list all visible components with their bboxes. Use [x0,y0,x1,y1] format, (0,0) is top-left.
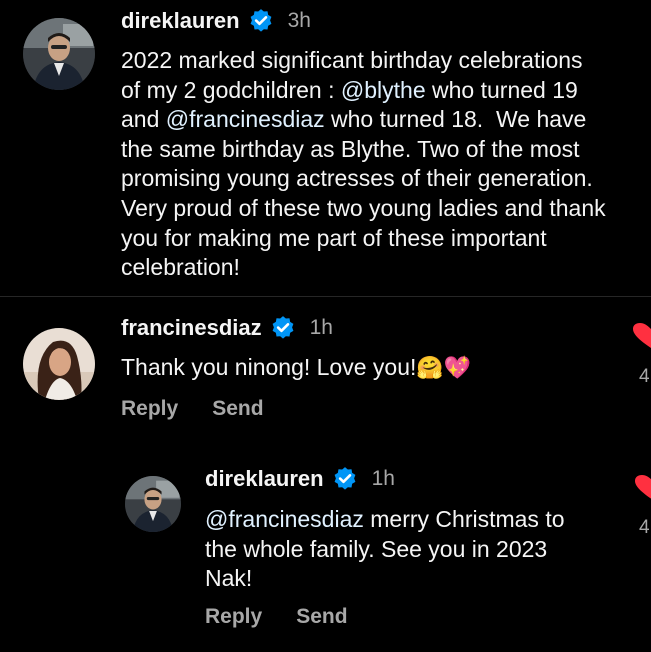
avatar-francinesdiaz[interactable] [23,328,95,400]
mention-link[interactable]: @blythe [341,77,426,103]
comment-header: direklauren 3h [121,6,311,36]
username[interactable]: direklauren [205,466,324,492]
comment-line: of my 2 godchildren : @blythe who turned… [121,76,649,106]
comment-header: francinesdiaz 1h [121,313,333,343]
like-heart-icon[interactable] [633,474,651,502]
verified-badge-icon [332,466,358,492]
comment-line: you for making me part of these importan… [121,224,547,251]
username[interactable]: francinesdiaz [121,315,262,341]
comment-line: Nak! [205,565,253,592]
avatar-direklauren[interactable] [23,18,95,90]
comment-time: 1h [309,316,333,339]
comment-line: the whole family. See you in 2023 [205,535,548,562]
comment-line-text: who turned 19 [425,76,578,103]
username[interactable]: direklauren [121,8,240,34]
like-count: 4 [639,366,650,387]
comment-line: promising young actresses of their gener… [121,165,593,192]
emoji: 🤗💖 [416,356,472,381]
comment-line: and @francinesdiaz who turned 18. We hav… [121,105,649,135]
comment-line: 2022 marked significant birthday celebra… [121,47,583,73]
comment-actions: Reply Send [205,605,348,629]
comment-line: Very proud of these two young ladies and… [121,194,606,221]
send-button[interactable]: Send [212,397,263,421]
comment-time: 1h [371,467,395,490]
verified-badge-icon [248,8,274,34]
reply-button[interactable]: Reply [121,397,178,421]
comment-line: @francinesdiaz merry Christmas to [205,505,625,535]
comment-line-text: and [121,106,166,133]
like-heart-icon[interactable] [631,322,651,350]
comment-text: @francinesdiaz merry Christmas to the wh… [205,505,625,594]
comment-text: Thank you ninong! Love you!🤗💖 [121,353,591,384]
comment-line: the same birthday as Blythe. Two of the … [121,135,580,162]
comment-line-text: merry Christmas to [363,506,565,532]
comment-line-text: Thank you ninong! Love you! [121,354,417,380]
divider [0,296,651,297]
comment-header: direklauren 1h [205,464,395,494]
comment-text: 2022 marked significant birthday celebra… [121,46,649,283]
comment-actions: Reply Send [121,397,264,421]
avatar-direklauren[interactable] [125,476,181,532]
comment-line-text: of my 2 godchildren : [121,76,341,103]
comment-time: 3h [287,9,311,32]
comment-line: Thank you ninong! Love you!🤗💖 [121,353,591,384]
comment-line-text: who turned 18. We have [324,106,587,133]
mention-link[interactable]: @francinesdiaz [166,106,325,132]
mention-link[interactable]: @francinesdiaz [205,506,364,532]
like-count: 4 [639,517,650,538]
verified-badge-icon [270,315,296,341]
reply-button[interactable]: Reply [205,605,262,629]
send-button[interactable]: Send [296,605,347,629]
comment-line: celebration! [121,254,240,281]
